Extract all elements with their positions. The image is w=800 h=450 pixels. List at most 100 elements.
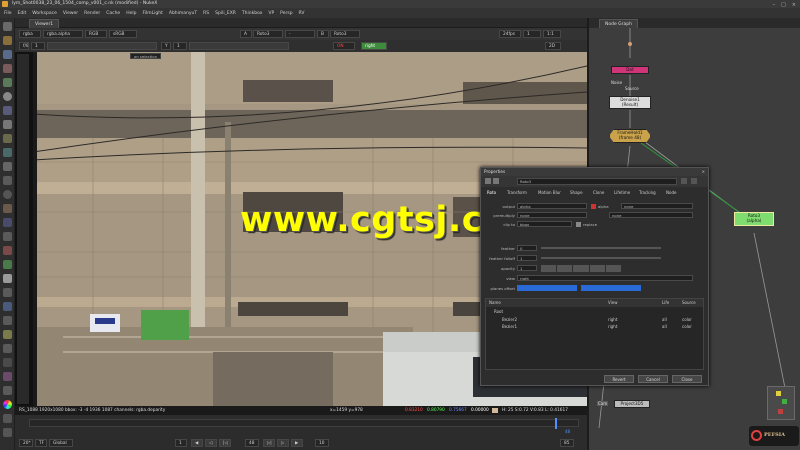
col-life[interactable]: Life [662,300,669,305]
premultiply-dropdown[interactable]: none [517,212,587,218]
framehold-node[interactable]: FrameHold1 (frame 48) [609,129,651,143]
step-forward-button[interactable]: ▷ [277,439,289,447]
plugin-j-icon[interactable] [3,386,12,395]
zoom-dropdown[interactable]: 1:1 [543,30,561,38]
shape-btn-3[interactable] [573,265,589,272]
geometry-node-cluster[interactable] [767,386,795,420]
tab-tracking[interactable]: Tracking [639,189,656,197]
frame-number-field[interactable]: 48 [245,439,259,447]
channel-nodes-icon[interactable] [3,78,12,87]
fps-range-dropdown[interactable]: 20* [19,439,33,447]
other-nodes-icon[interactable] [3,218,12,227]
replace-checkbox[interactable] [576,222,581,227]
geo-node-a[interactable] [776,391,781,396]
feather-falloff-field[interactable]: 1 [517,255,537,261]
tree-row[interactable]: Bezier1 right all color [486,324,703,331]
frame-field[interactable]: 1 [523,30,541,38]
menu-persp[interactable]: Persp [280,11,292,16]
fps-field[interactable]: 24fps [499,30,521,38]
menu-file[interactable]: File [4,11,12,16]
menu-workspace[interactable]: Workspace [32,11,57,16]
tree-row[interactable]: Root [486,309,703,316]
premultiply-extra-dropdown[interactable]: none [609,212,693,218]
menu-vp[interactable]: VP [268,11,274,16]
plugin-a-icon[interactable] [3,260,12,269]
float-panel-icon[interactable] [485,178,491,184]
gain-field[interactable]: 1 [31,42,45,50]
display-dropdown[interactable]: RGB [85,30,107,38]
input-b-dropdown[interactable]: Roto3 [330,30,360,38]
roto3-node[interactable]: Roto3 (alpha) [734,212,774,226]
denoise-node[interactable]: Denoise1 (Result) [609,96,651,109]
plugin-l-icon[interactable] [3,428,12,437]
channels-dropdown[interactable]: rgba [19,30,41,38]
clip-to-dropdown[interactable]: bbox [517,221,572,227]
input-a-dropdown[interactable]: Roto3 [253,30,283,38]
geo-node-b[interactable] [782,399,787,404]
furnace-icon[interactable] [3,232,12,241]
plugin-b-icon[interactable] [3,274,12,283]
shape-btn-4[interactable] [589,265,605,272]
right-view-button[interactable]: right [361,42,387,50]
menu-edit[interactable]: Edit [18,11,27,16]
pink-node[interactable]: Dot [611,66,649,74]
properties-close-button[interactable] [691,178,697,184]
playhead[interactable] [555,418,557,429]
image-nodes-icon[interactable] [3,36,12,45]
global-scope-dropdown[interactable]: Global [49,439,73,447]
merge-nodes-icon[interactable] [3,134,12,143]
plugin-k-icon[interactable] [3,414,12,423]
menu-rv[interactable]: RV [299,11,305,16]
step-back-button[interactable]: ◁ [205,439,217,447]
feather-slider[interactable] [541,247,661,249]
plugin-f-icon[interactable] [3,330,12,339]
tab-clone[interactable]: Clone [593,189,604,197]
menu-spili-exr[interactable]: Spili_EXR [215,11,236,16]
shape-btn-1[interactable] [541,265,557,272]
color-wheel-icon[interactable] [3,400,12,409]
stereo-left-field[interactable] [517,285,577,291]
plugin-h-icon[interactable] [3,358,12,367]
end-frame-field[interactable]: 85 [560,439,574,447]
tab-transform[interactable]: Transform [507,189,527,197]
properties-close-icon[interactable]: × [702,169,705,174]
keyer-nodes-icon[interactable] [3,120,12,129]
node-help-icon[interactable] [493,178,499,184]
project3d-node[interactable]: Project3D5 [614,400,650,408]
cancel-button[interactable]: Cancel [638,375,668,383]
filter-nodes-icon[interactable] [3,106,12,115]
transform-nodes-icon[interactable] [3,148,12,157]
tab-lifetime[interactable]: Lifetime [614,189,630,197]
view-dropdown[interactable]: right [517,275,693,281]
menu-help[interactable]: Help [126,11,136,16]
menu-viewer[interactable]: Viewer [63,11,78,16]
output-extra-dropdown[interactable]: none [621,203,693,209]
col-view[interactable]: View [608,300,618,305]
plugin-d-icon[interactable] [3,302,12,311]
tab-node-graph[interactable]: Node Graph [599,19,638,28]
opacity-field[interactable]: 1 [517,265,537,271]
3d-nodes-icon[interactable] [3,162,12,171]
col-name[interactable]: Name [489,300,501,305]
play-forward-button[interactable]: ▶ [291,439,303,447]
revert-button[interactable]: Revert [604,375,634,383]
layer-dropdown[interactable]: rgba.alpha [43,30,83,38]
colorspace-dropdown[interactable]: sRGB [109,30,137,38]
menu-cache[interactable]: Cache [106,11,120,16]
prev-key-button[interactable]: |◁ [219,439,231,447]
shape-btn-5[interactable] [605,265,622,272]
red-toggle[interactable]: ON [333,42,355,50]
node-name-field[interactable]: Roto3 [517,178,677,185]
gamma-slider[interactable] [189,42,289,50]
2d-mode-dropdown[interactable]: 2D [545,42,561,50]
tab-roto[interactable]: Roto [487,189,496,197]
output-dropdown[interactable]: alpha [517,203,587,209]
toolsets-icon[interactable] [3,204,12,213]
metadata-nodes-icon[interactable] [3,190,12,199]
next-key-button[interactable]: ▷| [263,439,275,447]
output-channel-checkbox[interactable] [591,204,596,209]
plugin-e-icon[interactable] [3,316,12,325]
gain-slider[interactable] [47,42,157,50]
geo-node-c[interactable] [778,409,783,414]
feather-field[interactable]: 0 [517,245,537,251]
